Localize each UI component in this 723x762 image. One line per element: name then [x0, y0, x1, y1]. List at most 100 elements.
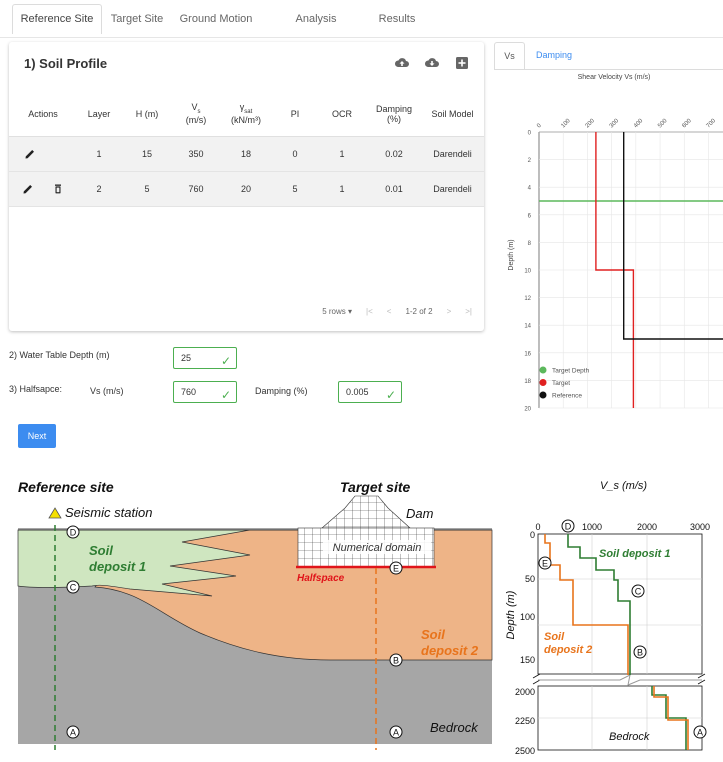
- upload-cloud-icon[interactable]: [394, 55, 410, 71]
- soil-deposit-1-line1: Soil: [89, 543, 113, 558]
- axis-break-right: [697, 673, 706, 685]
- col-ocr: OCR: [317, 92, 367, 137]
- vs-x-tick-label: 500: [657, 118, 669, 130]
- profile-x-label: V_s (m/s): [600, 480, 647, 492]
- tab-ground-motion[interactable]: Ground Motion: [177, 0, 255, 38]
- cell-pi: 0: [273, 136, 317, 172]
- check-icon: ✓: [385, 388, 396, 402]
- edit-icon[interactable]: [24, 148, 36, 160]
- profile-x-tick: 2000: [637, 522, 657, 532]
- seismic-station-label: Seismic station: [65, 505, 152, 520]
- profile-point-b: B: [633, 645, 647, 659]
- point-c-marker: C: [66, 580, 80, 594]
- svg-text:A: A: [70, 728, 76, 738]
- vs-y-tick-label: 10: [524, 269, 531, 275]
- soil-profile-card: 1) Soil Profile Actions Layer H (m) Vs (…: [9, 42, 484, 331]
- tab-results[interactable]: Results: [376, 0, 418, 38]
- cell-ocr: 1: [317, 136, 367, 172]
- tab-reference-site[interactable]: Reference Site: [12, 0, 102, 38]
- cell-gamma: 18: [219, 136, 273, 172]
- legend-reference-marker: [539, 391, 547, 399]
- point-b-marker: B: [389, 653, 403, 667]
- profile-point-a: A: [693, 725, 707, 739]
- vs-x-tick-label: 300: [609, 118, 621, 130]
- col-h: H (m): [121, 92, 173, 137]
- svg-text:A: A: [393, 728, 399, 738]
- rows-per-page-select[interactable]: 5 rows ▾: [322, 307, 352, 316]
- profile-y-tick: 0: [530, 530, 535, 540]
- table-row: 2 5 760 20 5 1 0.01 Darendeli: [9, 171, 484, 207]
- profile-y-label: Depth (m): [505, 590, 517, 639]
- cell-ocr: 1: [317, 171, 367, 207]
- edit-icon[interactable]: [22, 183, 34, 195]
- depth-break-line: [538, 674, 702, 686]
- last-page-icon[interactable]: >|: [465, 307, 472, 316]
- next-button[interactable]: Next: [18, 424, 56, 448]
- col-actions: Actions: [9, 92, 77, 137]
- delete-icon[interactable]: [52, 183, 64, 195]
- add-layer-icon[interactable]: [454, 55, 470, 71]
- vs-x-tick-label: 700: [706, 118, 718, 130]
- reference-site-title: Reference site: [18, 479, 114, 495]
- next-page-icon[interactable]: >: [447, 307, 452, 316]
- vs-y-tick-label: 14: [524, 324, 531, 330]
- vs-x-tick-label: 600: [681, 118, 693, 130]
- tab-vs[interactable]: Vs: [494, 42, 525, 69]
- damping-header: Damping: [375, 103, 413, 114]
- vs-x-tick-label: 0: [536, 122, 543, 129]
- gamma-unit: (kN/m³): [231, 115, 261, 126]
- svg-text:B: B: [393, 656, 399, 666]
- soil-table: Actions Layer H (m) Vs (m/s) γsat (kN/m³…: [9, 92, 484, 207]
- halfspace-label-fig: Halfspace: [297, 573, 345, 584]
- cell-layer: 1: [77, 136, 121, 172]
- tab-target-site[interactable]: Target Site: [108, 0, 166, 38]
- cell-damping: 0.01: [367, 171, 421, 207]
- download-cloud-icon[interactable]: [424, 55, 440, 71]
- vs-y-tick-label: 12: [524, 296, 531, 302]
- target-site-title: Target site: [340, 479, 410, 495]
- vs-y-tick-label: 4: [528, 186, 532, 192]
- prev-page-icon[interactable]: <: [387, 307, 392, 316]
- vs-chart-title: Shear Velocity Vs (m/s): [578, 74, 651, 81]
- page-range: 1-2 of 2: [405, 307, 433, 316]
- col-pi: PI: [273, 92, 317, 137]
- profile-y-tick: 2000: [515, 687, 535, 697]
- halfspace-damping-input[interactable]: 0.005 ✓: [338, 381, 402, 403]
- col-gamma: γsat (kN/m³): [219, 92, 273, 137]
- cell-model: Darendeli: [421, 136, 484, 172]
- profile-y-tick: 2500: [515, 746, 535, 756]
- profile-x-tick: 0: [535, 522, 540, 532]
- card-title: 1) Soil Profile: [24, 56, 108, 71]
- seismic-station-icon: [48, 507, 62, 519]
- check-icon: ✓: [220, 354, 231, 368]
- cell-pi: 5: [273, 171, 317, 207]
- profile-deposit-1-label: Soil deposit 1: [599, 548, 671, 560]
- halfspace-label: 3) Halfsapce:: [9, 384, 63, 394]
- vs-y-tick-label: 16: [524, 351, 531, 357]
- halfspace-vs-value: 760: [181, 387, 197, 397]
- vs-chart-y-label: Depth (m): [508, 239, 515, 270]
- cell-h: 5: [121, 171, 173, 207]
- profile-deposit-2-line2: deposit 2: [544, 644, 592, 656]
- soil-deposit-2-line1: Soil: [421, 627, 445, 642]
- halfspace-vs-input[interactable]: 760 ✓: [173, 381, 237, 403]
- profile-point-d: D: [561, 519, 575, 533]
- check-icon: ✓: [220, 388, 231, 402]
- point-d-marker: D: [66, 525, 80, 539]
- water-table-input[interactable]: 25 ✓: [173, 347, 237, 369]
- profile-bedrock-label: Bedrock: [609, 731, 650, 743]
- first-page-icon[interactable]: |<: [366, 307, 373, 316]
- svg-text:E: E: [542, 559, 548, 569]
- legend-target-depth: Target Depth: [552, 368, 590, 375]
- svg-text:B: B: [637, 648, 643, 658]
- col-damping: Damping (%): [367, 92, 421, 137]
- cell-damping: 0.02: [367, 136, 421, 172]
- cell-h: 15: [121, 136, 173, 172]
- site-schematic-figure: Numerical domain Halfspace Reference sit…: [17, 479, 493, 750]
- vs-chart-legend: Target Depth Target Reference: [539, 366, 590, 400]
- point-a-marker-target: A: [389, 725, 403, 739]
- tab-damping[interactable]: Damping: [536, 42, 572, 69]
- svg-text:A: A: [697, 728, 703, 738]
- legend-target: Target: [552, 380, 570, 387]
- svg-text:D: D: [70, 528, 77, 538]
